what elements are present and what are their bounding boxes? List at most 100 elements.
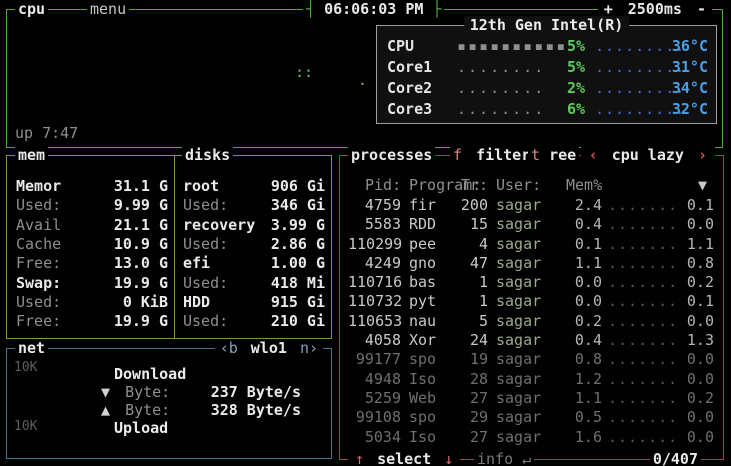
iface-next-button[interactable]: n›: [300, 339, 318, 357]
header-threads: Tr:: [461, 176, 489, 194]
process-threads: 4: [478, 234, 488, 253]
process-threads: 27: [469, 388, 488, 407]
select-down-arrow-icon[interactable]: ↓: [444, 450, 453, 466]
process-cpu: 0.0: [686, 408, 714, 427]
disk-label: efi: [183, 254, 211, 272]
process-row[interactable]: 110716 bas 1 sagar 0.0 ....... 0.2: [340, 273, 721, 292]
disk-row: HDD 915 Gi: [183, 293, 325, 311]
disk-label: HDD: [183, 293, 211, 311]
sort-next-button[interactable]: ›: [698, 146, 707, 164]
mem-label: Free:: [16, 312, 62, 330]
cpu-graph-dots: ∶∶: [295, 64, 314, 82]
process-pid: 110716: [348, 273, 403, 292]
mem-label: Avail: [16, 216, 62, 234]
process-threads: 28: [469, 369, 488, 388]
processes-box-title[interactable]: processes: [348, 146, 436, 165]
core-usage-percent: 5%: [566, 37, 585, 55]
btop-terminal: cpu menu ┤ 06:06:03 PM ├ + 2500ms - ∶∶ ·…: [0, 0, 731, 466]
filter-label: filter: [476, 146, 531, 164]
process-threads: 19: [469, 350, 488, 369]
process-user: sagar: [496, 388, 542, 407]
process-mem: 1.2: [574, 369, 602, 388]
core-usage-percent: 5%: [566, 58, 585, 76]
cpu-core-row: Core2 ........ 2% ......... 34°C: [377, 79, 716, 99]
process-row[interactable]: 4948 Iso 28 sagar 1.2 ....... 0.0: [340, 370, 721, 389]
mem-value: 19.9 G: [113, 312, 168, 330]
mem-label: Memor: [16, 177, 62, 195]
net-scale-label: 10K: [14, 360, 38, 375]
filter-key-hint: f: [453, 146, 463, 164]
process-row[interactable]: 110653 nau 5 sagar 0.2 ....... 0.0: [340, 312, 721, 331]
disk-label: recovery: [183, 216, 256, 234]
mem-value: 9.99 G: [113, 196, 168, 214]
disks-box-title[interactable]: disks: [182, 146, 234, 165]
process-row[interactable]: 5034 Iso 27 sagar 1.6 ....... 0.0: [340, 428, 721, 447]
process-mem: 0.4: [574, 331, 602, 350]
menu-button[interactable]: menu: [87, 0, 130, 19]
process-threads: 5: [478, 311, 488, 330]
filter-button[interactable]: f filter: [450, 146, 534, 165]
disk-label: Used:: [183, 312, 229, 330]
process-cpu-graph: .......: [608, 331, 679, 350]
process-cpu-graph: .......: [608, 311, 679, 330]
process-user: sagar: [496, 408, 542, 427]
interval-decrease-button[interactable]: -: [697, 0, 706, 18]
tree-button[interactable]: t ree: [528, 146, 580, 165]
disk-label: root: [183, 177, 220, 195]
process-pid: 4249: [364, 253, 401, 272]
process-row[interactable]: 99177 spo 19 sagar 0.8 ....... 0.0: [340, 350, 721, 369]
mem-label: Free:: [16, 254, 62, 272]
process-row[interactable]: 4058 Xor 24 sagar 0.4 ....... 1.3: [340, 331, 721, 350]
sort-arrow-icon[interactable]: ▼: [698, 176, 707, 194]
process-cpu: 1.3: [686, 331, 714, 350]
process-row[interactable]: 99108 spo 29 sagar 0.5 ....... 0.0: [340, 408, 721, 427]
mem-value: 13.0 G: [113, 254, 168, 272]
tree-key-hint: t: [531, 146, 541, 164]
process-cpu-graph: .......: [608, 408, 679, 427]
cpu-box-title[interactable]: cpu: [15, 0, 49, 19]
net-scale-label: 10K: [14, 419, 38, 434]
process-row[interactable]: 5259 Web 27 sagar 1.1 ....... 0.2: [340, 389, 721, 408]
select-control[interactable]: ↑ select ↓: [348, 450, 461, 466]
process-user: sagar: [496, 331, 542, 350]
process-row[interactable]: 110299 pee 4 sagar 0.1 ....... 1.1: [340, 235, 721, 254]
core-label: Core3: [387, 100, 433, 118]
interval-value: 2500ms: [627, 0, 682, 18]
process-cpu: 0.8: [686, 253, 714, 272]
process-user: sagar: [496, 253, 542, 272]
disk-value: 418 Mi: [270, 274, 325, 292]
process-threads: 15: [469, 215, 488, 234]
process-count: 0/407: [649, 450, 701, 466]
core-usage-meter: ........: [457, 58, 546, 76]
core-temp: 36°C: [671, 37, 708, 55]
process-cpu: 0.2: [686, 273, 714, 292]
net-box-title[interactable]: net: [15, 339, 49, 358]
iface-prev-button[interactable]: ‹b: [220, 339, 238, 357]
process-user: sagar: [496, 350, 542, 369]
process-mem: 1.1: [574, 388, 602, 407]
process-row[interactable]: 4249 gno 47 sagar 1.1 ....... 0.8: [340, 254, 721, 273]
disk-row: root 906 Gi: [183, 177, 325, 195]
process-row[interactable]: 4759 fir 200 sagar 2.4 ....... 0.1: [340, 196, 721, 215]
process-mem: 0.0: [574, 273, 602, 292]
process-mem: 1.6: [574, 427, 602, 446]
process-pid: 110732: [348, 292, 403, 311]
info-button[interactable]: info ↵: [474, 450, 535, 466]
process-user: sagar: [496, 234, 542, 253]
process-mem: 2.4: [574, 196, 602, 214]
sort-prev-button[interactable]: ‹: [589, 146, 598, 164]
process-row[interactable]: 110732 pyt 1 sagar 0.0 ....... 0.1: [340, 292, 721, 311]
clock-bracket-right: ├: [432, 0, 442, 18]
mem-box-title[interactable]: mem: [15, 146, 49, 165]
process-cpu: 0.0: [686, 427, 714, 446]
download-rate-value: 237 Byte/s: [210, 383, 301, 401]
process-pid: 99177: [355, 350, 401, 369]
process-threads: 47: [469, 253, 488, 272]
select-up-arrow-icon[interactable]: ↑: [355, 450, 364, 466]
process-name: Xor: [409, 331, 437, 350]
process-mem: 1.1: [574, 253, 602, 272]
process-row[interactable]: 5583 RDD 15 sagar 0.4 ....... 0.0: [340, 215, 721, 234]
core-usage-meter: ........: [457, 100, 546, 118]
process-cpu: 0.1: [686, 292, 714, 311]
process-mem: 0.8: [574, 350, 602, 369]
